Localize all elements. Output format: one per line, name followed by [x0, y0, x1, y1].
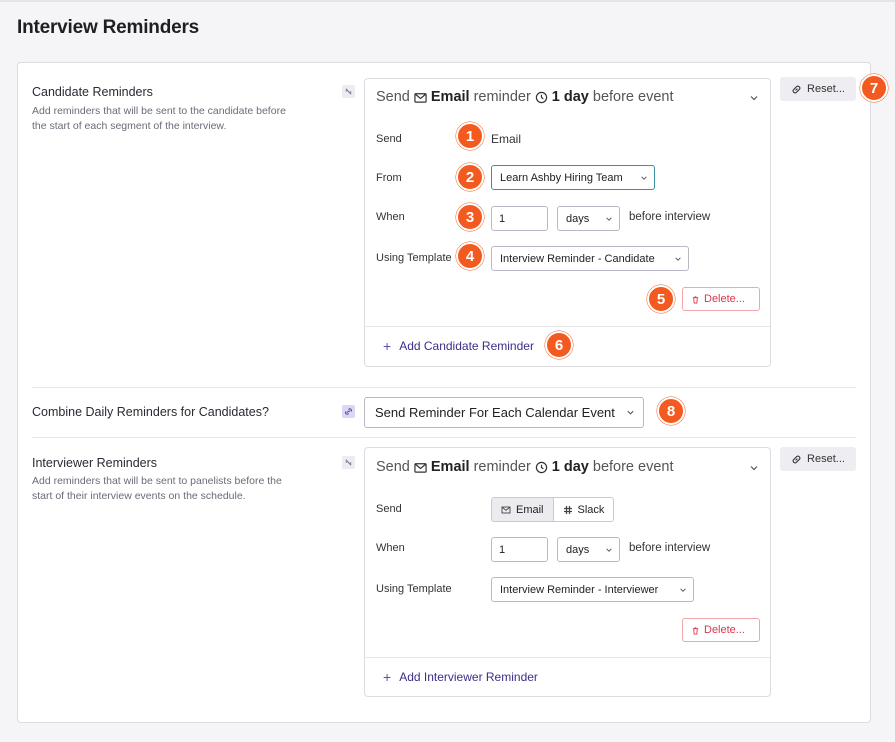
interviewer-reset-button[interactable]: Reset... — [780, 447, 856, 471]
when-label: When — [376, 211, 405, 223]
card-head-channel: Email — [430, 89, 470, 105]
chevron-down-icon — [680, 587, 686, 592]
unlink-icon[interactable] — [342, 456, 355, 469]
from-select[interactable]: Learn Ashby Hiring Team — [491, 165, 655, 190]
combine-reminders-select[interactable]: Send Reminder For Each Calendar Event — [364, 397, 644, 428]
chevron-down-icon — [606, 547, 612, 552]
clock-icon — [535, 461, 547, 473]
toggle-slack-label: Slack — [577, 503, 605, 516]
reset-label: Reset... — [807, 453, 845, 465]
candidate-section-title: Candidate Reminders — [32, 85, 153, 99]
page-title: Interview Reminders — [17, 17, 200, 38]
trash-icon — [692, 626, 699, 635]
add-candidate-reminder-link[interactable]: + Add Candidate Reminder — [383, 338, 534, 354]
plus-icon: + — [383, 338, 392, 354]
candidate-reset-button[interactable]: Reset... — [780, 77, 856, 101]
delete-reminder-button[interactable]: Delete... — [682, 618, 760, 642]
interviewer-card-header[interactable]: Send Email reminder 1 day before event — [376, 459, 674, 475]
combine-label: Combine Daily Reminders for Candidates? — [32, 405, 269, 419]
chevron-down-icon — [641, 175, 647, 180]
card-divider — [365, 657, 770, 658]
chevron-down-icon[interactable] — [749, 93, 759, 103]
link-icon — [792, 455, 801, 463]
toggle-email-label: Email — [516, 503, 544, 516]
chevron-down-icon — [675, 256, 681, 261]
chevron-down-icon — [606, 216, 612, 221]
interviewer-section-description: Add reminders that will be sent to panel… — [32, 475, 282, 502]
reset-label: Reset... — [807, 83, 845, 95]
callout-badge: 2 — [456, 163, 484, 191]
delete-label: Delete... — [704, 293, 745, 305]
template-select-value: Interview Reminder - Interviewer — [500, 583, 659, 596]
interviewer-section-title: Interviewer Reminders — [32, 456, 158, 470]
card-divider — [365, 326, 770, 327]
card-head-suffix: before event — [592, 89, 674, 105]
interviewer-reminder-card — [364, 447, 771, 697]
card-head-reminder: reminder — [473, 89, 531, 105]
slack-icon — [563, 505, 572, 514]
clock-icon — [535, 91, 547, 103]
when-number-input[interactable]: 1 — [491, 537, 548, 562]
when-number-input[interactable]: 1 — [491, 206, 548, 231]
when-suffix: before interview — [629, 211, 711, 223]
card-head-reminder: reminder — [473, 459, 531, 475]
template-label: Using Template — [376, 252, 452, 264]
section-divider — [32, 437, 856, 438]
template-select[interactable]: Interview Reminder - Candidate — [491, 246, 689, 271]
add-interviewer-reminder-link[interactable]: + Add Interviewer Reminder — [383, 669, 538, 685]
combine-select-value: Send Reminder For Each Calendar Event — [375, 405, 615, 420]
when-label: When — [376, 542, 405, 554]
when-unit-select[interactable]: days — [557, 206, 620, 231]
send-value: Email — [491, 132, 522, 146]
from-select-value: Learn Ashby Hiring Team — [500, 171, 623, 184]
unlink-icon[interactable] — [342, 85, 355, 98]
callout-badge: 4 — [456, 242, 484, 270]
link-icon[interactable] — [342, 405, 355, 418]
template-select[interactable]: Interview Reminder - Interviewer — [491, 577, 694, 602]
candidate-section-description: Add reminders that will be sent to the c… — [32, 105, 286, 132]
card-head-time: 1 day — [551, 459, 589, 475]
toggle-email-option[interactable]: Email — [492, 498, 553, 521]
template-label: Using Template — [376, 583, 452, 595]
add-candidate-reminder-label: Add Candidate Reminder — [399, 339, 534, 353]
trash-icon — [692, 295, 699, 304]
chevron-down-icon[interactable] — [749, 463, 759, 473]
link-icon — [792, 85, 801, 93]
when-unit-value: days — [566, 543, 590, 556]
card-head-send: Send — [376, 89, 410, 105]
card-head-channel: Email — [430, 459, 470, 475]
delete-label: Delete... — [704, 624, 745, 636]
when-suffix: before interview — [629, 542, 711, 554]
when-unit-select[interactable]: days — [557, 537, 620, 562]
candidate-card-header[interactable]: Send Email reminder 1 day before event — [376, 89, 674, 105]
send-label: Send — [376, 133, 402, 145]
callout-badge: 1 — [456, 122, 484, 150]
when-unit-value: days — [566, 212, 590, 225]
email-icon — [414, 462, 427, 473]
plus-icon: + — [383, 669, 392, 685]
callout-badge: 8 — [657, 397, 685, 425]
callout-badge: 3 — [456, 203, 484, 231]
card-head-send: Send — [376, 459, 410, 475]
template-select-value: Interview Reminder - Candidate — [500, 252, 655, 265]
top-border — [0, 0, 895, 2]
email-icon — [414, 92, 427, 103]
send-channel-toggle: Email Slack — [491, 497, 615, 522]
chevron-down-icon — [627, 410, 634, 415]
send-label: Send — [376, 503, 402, 515]
callout-badge: 7 — [860, 74, 888, 102]
card-head-suffix: before event — [592, 459, 674, 475]
section-divider — [32, 387, 856, 388]
email-icon — [501, 506, 511, 513]
callout-badge: 6 — [545, 331, 573, 359]
callout-badge: 5 — [647, 285, 675, 313]
add-interviewer-reminder-label: Add Interviewer Reminder — [399, 670, 538, 684]
from-label: From — [376, 172, 402, 184]
delete-reminder-button[interactable]: Delete... — [682, 287, 760, 311]
card-head-time: 1 day — [551, 89, 589, 105]
toggle-slack-option[interactable]: Slack — [552, 498, 614, 521]
